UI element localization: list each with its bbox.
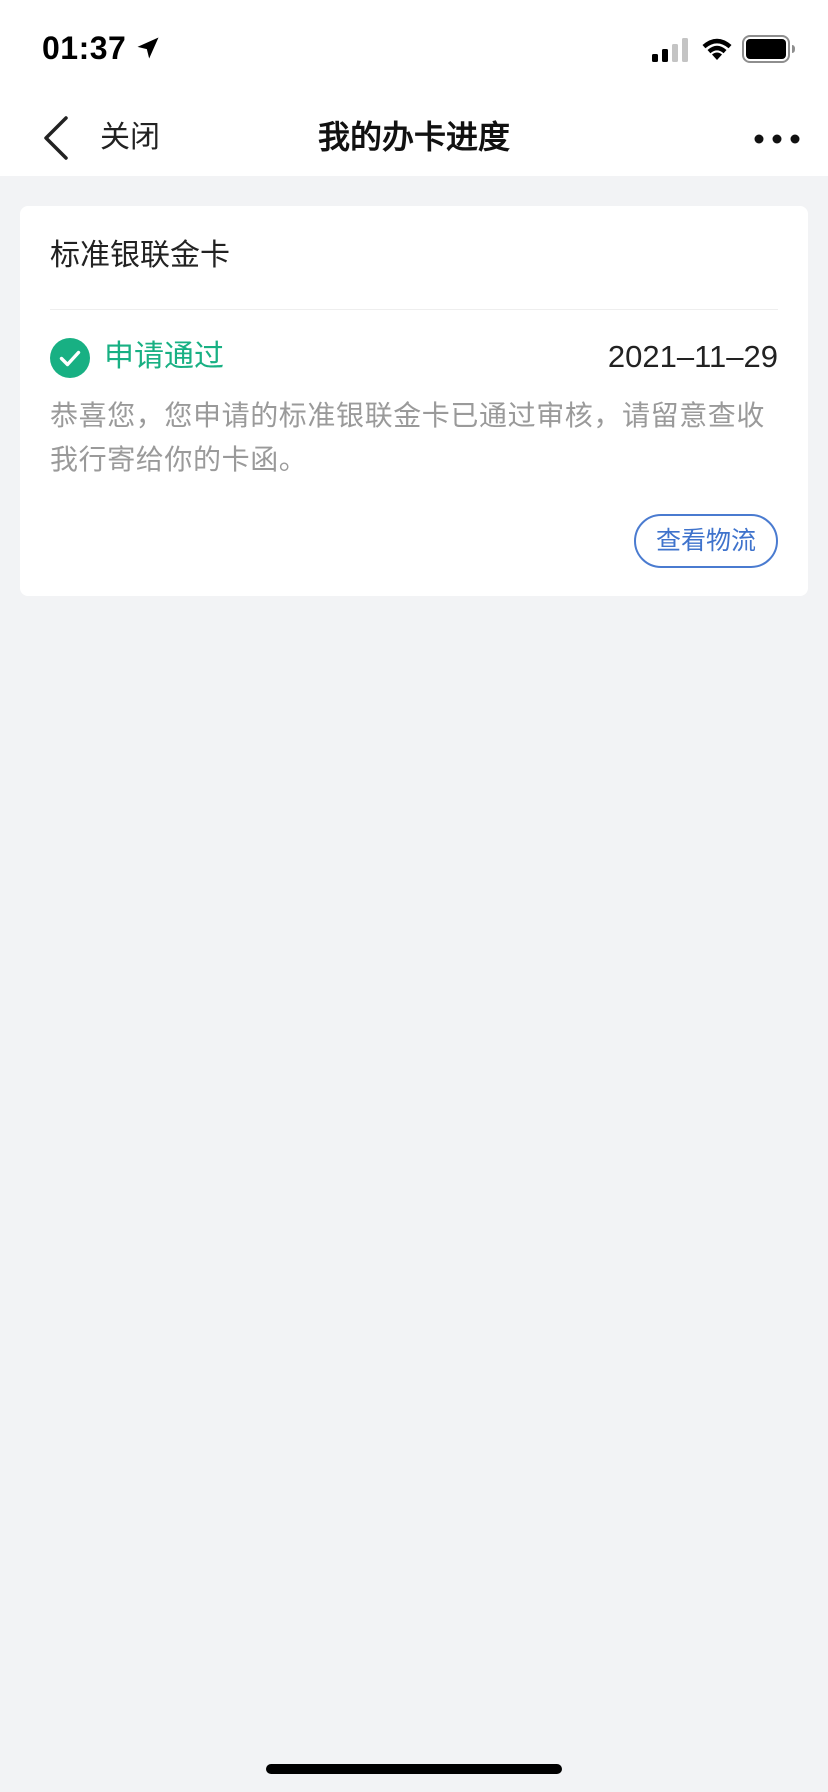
wifi-icon — [702, 38, 732, 60]
status-bar: 01:37 — [0, 0, 828, 100]
status-time: 01:37 — [42, 30, 127, 66]
signal-icon — [652, 38, 688, 62]
home-indicator — [266, 1764, 562, 1774]
card-title: 标准银联金卡 — [50, 238, 230, 273]
back-chevron-icon[interactable] — [36, 110, 76, 166]
status-label: 申请通过 — [104, 339, 224, 374]
more-dots-icon[interactable] — [752, 122, 802, 156]
close-button[interactable]: 关闭 — [100, 114, 160, 162]
card-application-progress: 标准银联金卡 申请通过 2021–11–29 恭喜您，您申请的标准银联金卡已通过… — [20, 206, 808, 596]
status-date: 2021–11–29 — [607, 339, 778, 374]
check-circle-icon — [50, 338, 90, 378]
status-message: 恭喜您，您申请的标准银联金卡已通过审核，请留意查收我行寄给你的卡函。 — [50, 399, 766, 476]
view-logistics-button[interactable]: 查看物流 — [634, 514, 778, 568]
divider — [50, 309, 778, 310]
navigation-bar: 关闭 我的办卡进度 — [0, 100, 828, 176]
location-arrow-icon — [137, 37, 159, 59]
battery-icon — [742, 35, 795, 63]
